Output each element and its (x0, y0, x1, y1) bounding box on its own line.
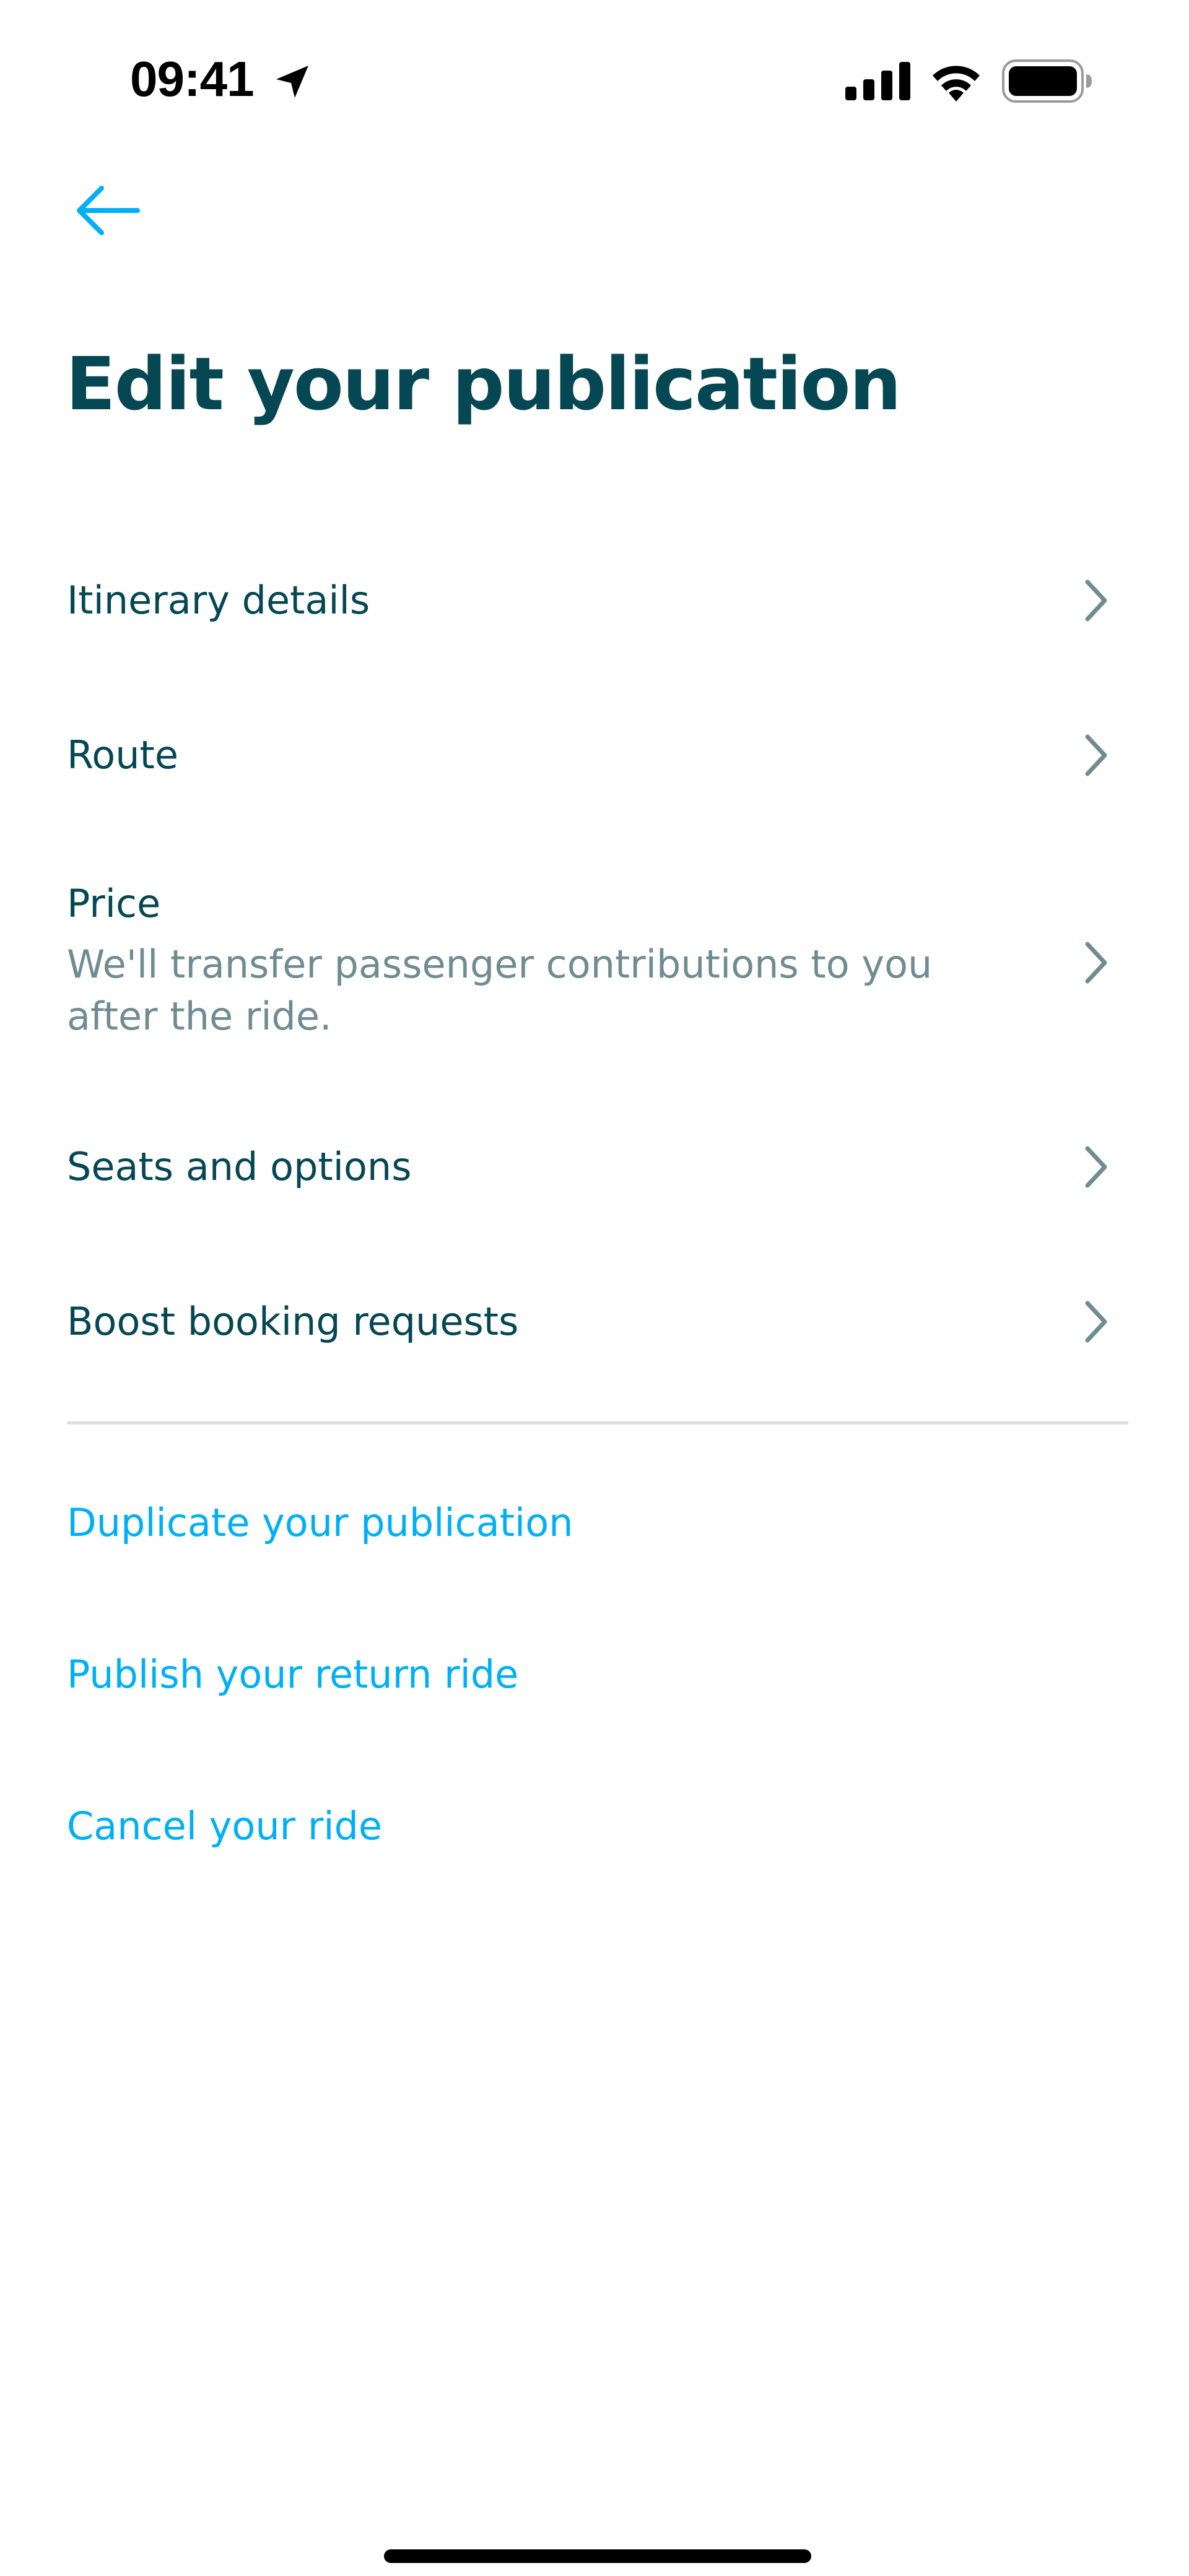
menu-item-description: We'll transfer passenger contributions t… (67, 942, 933, 1039)
menu-item-label: Seats and options (67, 1144, 412, 1189)
chevron-right-icon (1085, 579, 1107, 622)
menu-item-label: Boost booking requests (67, 1299, 519, 1344)
arrow-left-icon (77, 186, 140, 235)
section-divider (67, 1421, 1128, 1425)
home-indicator (384, 2549, 811, 2563)
menu-item-price[interactable]: Price We'll transfer passenger contribut… (0, 854, 1189, 1065)
menu-item-itinerary-details[interactable]: Itinerary details (0, 545, 1189, 656)
cancel-ride-link[interactable]: Cancel your ride (67, 1798, 382, 1854)
menu-item-label: Itinerary details (67, 578, 370, 623)
chevron-right-icon (1085, 942, 1107, 984)
chevron-right-icon (1085, 734, 1107, 776)
menu-item-label: Route (67, 732, 178, 778)
menu-item-route[interactable]: Route (0, 700, 1189, 811)
chevron-right-icon (1085, 1301, 1107, 1343)
status-time: 09:41 (130, 51, 255, 106)
status-bar: 09:41 (0, 0, 1189, 155)
publish-return-ride-link[interactable]: Publish your return ride (67, 1647, 518, 1702)
duplicate-publication-link[interactable]: Duplicate your publication (67, 1495, 573, 1551)
menu-item-label: Price (67, 881, 161, 926)
page-title: Edit your publication (66, 341, 902, 427)
battery-icon (1002, 59, 1092, 103)
back-button[interactable] (67, 173, 147, 248)
chevron-right-icon (1085, 1146, 1107, 1188)
cellular-signal-icon (845, 62, 910, 100)
wifi-icon (933, 66, 980, 102)
location-arrow-icon (276, 66, 308, 98)
menu-item-seats-and-options[interactable]: Seats and options (0, 1111, 1189, 1223)
menu-item-boost-booking-requests[interactable]: Boost booking requests (0, 1266, 1189, 1377)
